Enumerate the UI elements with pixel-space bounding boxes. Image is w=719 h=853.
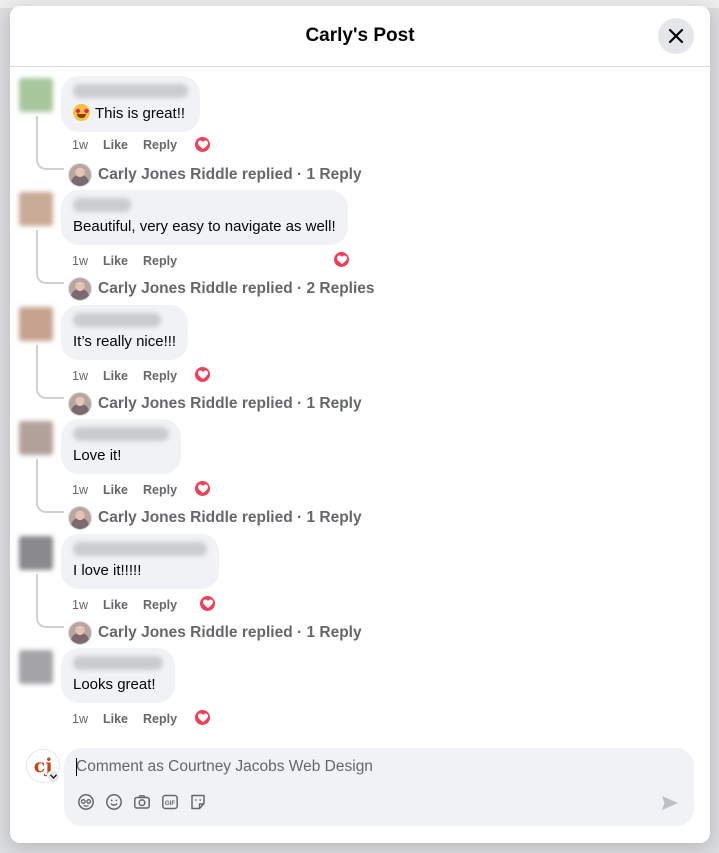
thread-line — [36, 345, 64, 399]
replier-avatar — [68, 277, 92, 301]
post-modal: Carly's Post This is great!! 1w Like Rep… — [10, 6, 710, 843]
like-button[interactable]: Like — [103, 254, 128, 268]
view-replies-link[interactable]: Carly Jones Riddle replied · 2 Replies — [68, 277, 375, 301]
comment-actions: 1w Like Reply — [72, 710, 177, 728]
comment-bubble: Looks great! — [61, 648, 175, 703]
comment-text: Beautiful, very easy to navigate as well… — [73, 218, 336, 235]
view-replies-link[interactable]: Carly Jones Riddle replied · 1 Reply — [68, 506, 362, 530]
comment-actions: 1w Like Reply — [72, 252, 177, 270]
love-reaction-icon[interactable] — [193, 135, 212, 154]
reply-button[interactable]: Reply — [143, 369, 177, 383]
comment-text-value: This is great!! — [95, 105, 186, 122]
comment-bubble: Love it! — [61, 419, 181, 474]
close-icon — [668, 28, 684, 44]
comment-actions: 1w Like Reply — [72, 367, 177, 385]
view-replies-link[interactable]: Carly Jones Riddle replied · 1 Reply — [68, 392, 362, 416]
commenter-name[interactable] — [73, 427, 169, 441]
comment-timestamp[interactable]: 1w — [72, 369, 88, 383]
comment-actions: 1w Like Reply — [72, 596, 177, 614]
composer-tools: GIF — [76, 792, 208, 812]
like-button[interactable]: Like — [103, 369, 128, 383]
like-button[interactable]: Like — [103, 138, 128, 152]
comment-timestamp[interactable]: 1w — [72, 598, 88, 612]
commenter-avatar[interactable] — [19, 536, 53, 570]
love-reaction-icon[interactable] — [332, 250, 351, 269]
commenter-avatar[interactable] — [19, 307, 53, 341]
love-reaction-icon[interactable] — [193, 708, 212, 727]
commenter-name[interactable] — [73, 542, 207, 556]
comment-timestamp[interactable]: 1w — [72, 483, 88, 497]
comment-bubble: It’s really nice!!! — [61, 305, 189, 360]
comment-input[interactable] — [76, 756, 636, 778]
modal-title: Carly's Post — [305, 25, 415, 46]
replies-summary: Carly Jones Riddle replied · 1 Reply — [98, 509, 362, 526]
comment-bubble: Beautiful, very easy to navigate as well… — [61, 190, 348, 245]
sticker-icon[interactable] — [188, 792, 208, 812]
emoji-icon[interactable] — [104, 792, 124, 812]
comment-text: Love it! — [73, 447, 122, 464]
replier-avatar — [68, 163, 92, 187]
comment-timestamp[interactable]: 1w — [72, 712, 88, 726]
reply-button[interactable]: Reply — [143, 138, 177, 152]
star-struck-emoji-icon — [73, 104, 90, 121]
close-button[interactable] — [658, 18, 694, 54]
comment-actions: 1w Like Reply — [72, 481, 177, 499]
reply-button[interactable]: Reply — [143, 598, 177, 612]
commenter-name[interactable] — [73, 84, 188, 98]
avatar-sticker-icon[interactable] — [76, 792, 96, 812]
modal-header: Carly's Post — [10, 6, 710, 67]
like-button[interactable]: Like — [103, 712, 128, 726]
thread-line — [36, 459, 64, 513]
reply-button[interactable]: Reply — [143, 712, 177, 726]
comment-bubble: I love it!!!!! — [61, 534, 219, 589]
comment-text: I love it!!!!! — [73, 562, 142, 579]
comment-text: It’s really nice!!! — [73, 333, 177, 350]
thread-line — [36, 230, 64, 284]
thread-line — [36, 116, 64, 170]
replies-summary: Carly Jones Riddle replied · 1 Reply — [98, 166, 362, 183]
replies-summary: Carly Jones Riddle replied · 1 Reply — [98, 624, 362, 641]
reply-button[interactable]: Reply — [143, 254, 177, 268]
comment-text: Looks great! — [73, 676, 156, 693]
reply-button[interactable]: Reply — [143, 483, 177, 497]
replier-avatar — [68, 621, 92, 645]
love-reaction-icon[interactable] — [198, 594, 217, 613]
comment-actions: 1w Like Reply — [72, 136, 177, 154]
comments-list: This is great!! 1w Like Reply Carly Jone… — [10, 68, 710, 738]
commenter-avatar[interactable] — [19, 650, 53, 684]
camera-icon[interactable] — [132, 792, 152, 812]
chevron-down-icon[interactable] — [47, 770, 60, 783]
comment-timestamp[interactable]: 1w — [72, 138, 88, 152]
love-reaction-icon[interactable] — [193, 365, 212, 384]
replier-avatar — [68, 506, 92, 530]
comment-timestamp[interactable]: 1w — [72, 254, 88, 268]
gif-icon[interactable]: GIF — [160, 792, 180, 812]
comment-text: This is great!! — [73, 104, 188, 123]
commenter-avatar[interactable] — [19, 421, 53, 455]
thread-line — [36, 574, 64, 628]
comment-bubble: This is great!! — [61, 76, 200, 132]
svg-text:GIF: GIF — [165, 800, 176, 807]
replies-summary: Carly Jones Riddle replied · 2 Replies — [98, 280, 375, 297]
replier-avatar — [68, 392, 92, 416]
like-button[interactable]: Like — [103, 483, 128, 497]
view-replies-link[interactable]: Carly Jones Riddle replied · 1 Reply — [68, 621, 362, 645]
text-caret — [76, 758, 77, 776]
comment-composer: GIF — [64, 748, 694, 826]
love-reaction-icon[interactable] — [193, 479, 212, 498]
replies-summary: Carly Jones Riddle replied · 1 Reply — [98, 395, 362, 412]
commenter-name[interactable] — [73, 313, 161, 327]
commenter-name[interactable] — [73, 656, 163, 670]
commenter-name[interactable] — [73, 198, 131, 212]
commenter-avatar[interactable] — [19, 78, 53, 112]
send-icon[interactable] — [660, 793, 680, 813]
view-replies-link[interactable]: Carly Jones Riddle replied · 1 Reply — [68, 163, 362, 187]
commenter-avatar[interactable] — [19, 192, 53, 226]
like-button[interactable]: Like — [103, 598, 128, 612]
